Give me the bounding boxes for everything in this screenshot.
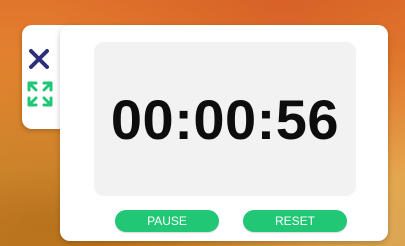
expand-icon <box>27 81 53 107</box>
pause-button[interactable]: PAUSE <box>115 210 219 232</box>
elapsed-time: 00:00:56 <box>110 87 340 151</box>
timer-panel: 00:00:56 PAUSE RESET <box>60 25 388 241</box>
expand-button[interactable] <box>27 81 53 107</box>
close-button[interactable] <box>27 47 51 71</box>
timer-widget: 00:00:56 PAUSE RESET <box>22 25 388 241</box>
reset-button[interactable]: RESET <box>243 210 347 232</box>
close-icon <box>29 49 49 69</box>
time-display: 00:00:56 <box>94 42 356 196</box>
